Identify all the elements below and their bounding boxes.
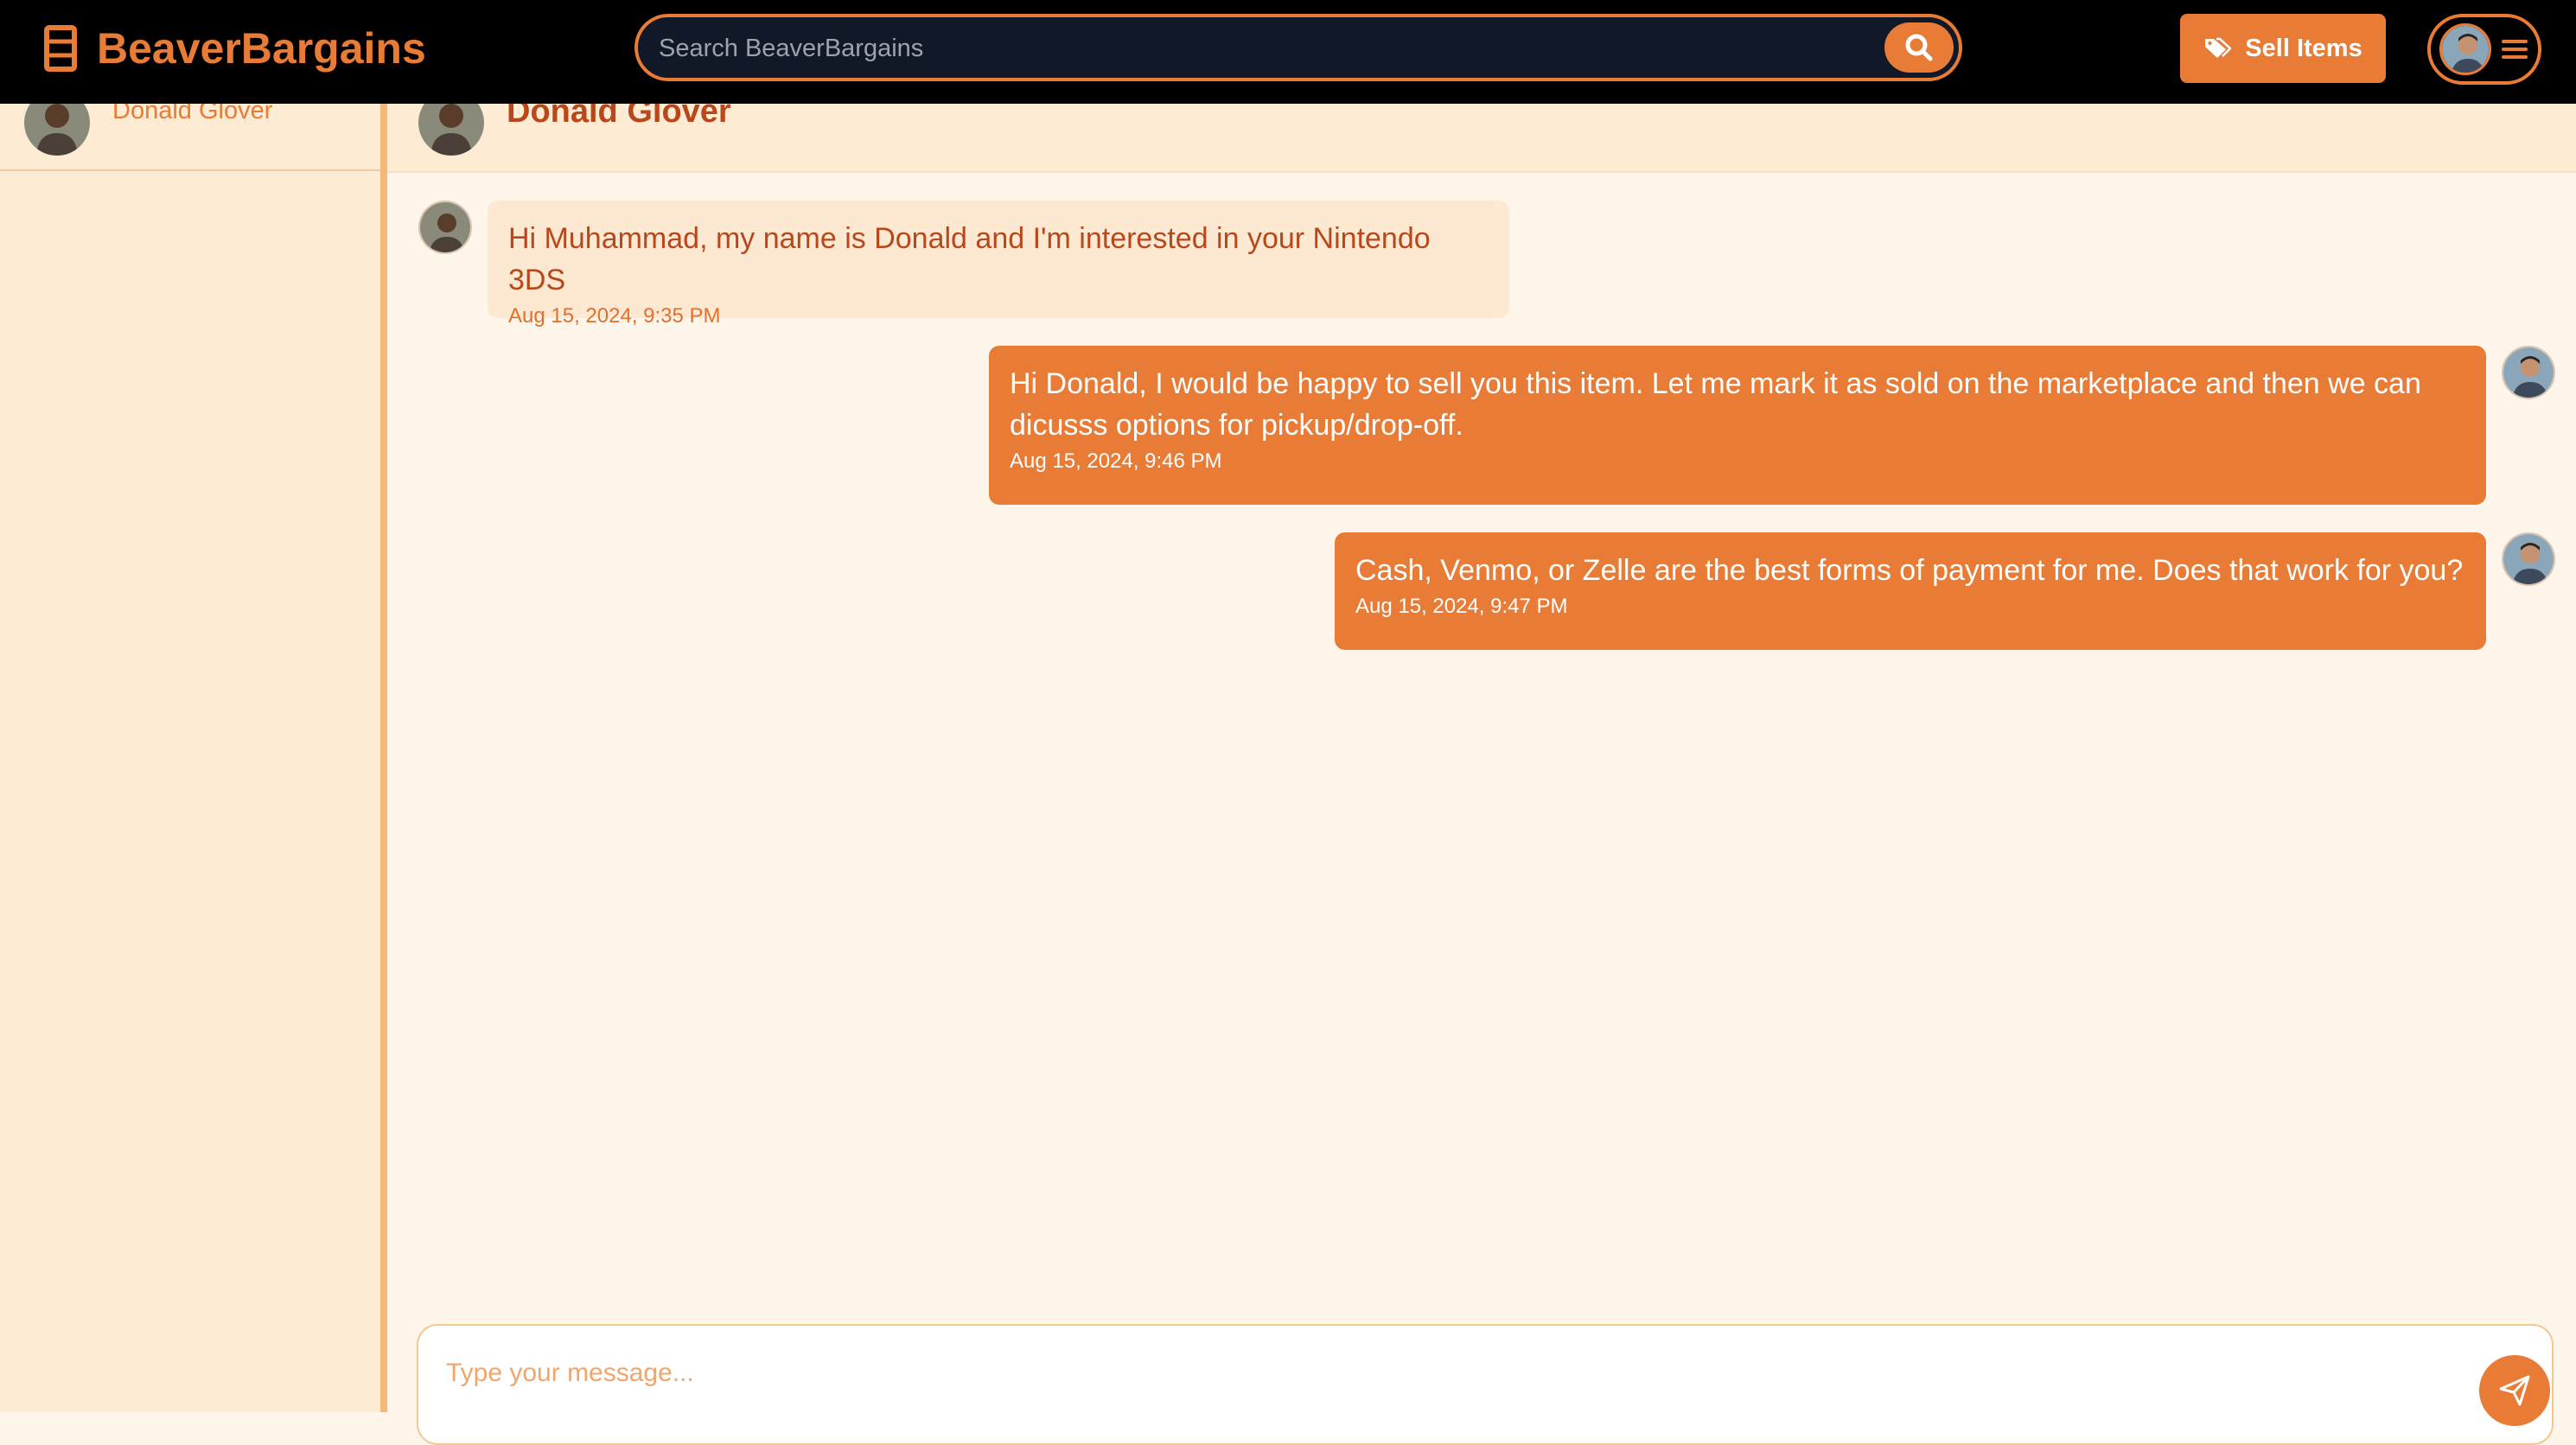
search-icon — [1905, 34, 1933, 61]
message-bubble-incoming: Hi Muhammad, my name is Donald and I'm i… — [488, 201, 1509, 328]
message-input[interactable] — [444, 1352, 2346, 1395]
send-button[interactable] — [2479, 1355, 2550, 1426]
top-navigation-bar: BeaverBargains Sell Items — [0, 0, 2576, 104]
user-avatar — [2439, 23, 2491, 75]
brand-name: BeaverBargains — [97, 24, 426, 73]
message-bubble-outgoing: Cash, Venmo, or Zelle are the best forms… — [1335, 532, 2486, 650]
search-input[interactable] — [657, 26, 1850, 71]
conversation-item[interactable]: Donald Glover — [0, 90, 380, 171]
message-time: Aug 15, 2024, 9:46 PM — [1010, 449, 1222, 473]
message-text: Hi Muhammad, my name is Donald and I'm i… — [508, 222, 1431, 296]
message-avatar — [2502, 346, 2555, 399]
hamburger-menu-icon — [2502, 40, 2528, 59]
message-text: Cash, Venmo, or Zelle are the best forms… — [1355, 554, 2464, 587]
user-menu-button[interactable] — [2427, 14, 2541, 85]
search-button[interactable] — [1884, 22, 1954, 73]
chat-header: Donald Glover — [387, 90, 2576, 173]
tags-icon — [2205, 37, 2232, 58]
sidebar-divider — [380, 104, 387, 1412]
conversation-sidebar: Donald Glover — [0, 90, 380, 1412]
beaver-cup-icon — [44, 25, 77, 72]
message-time: Aug 15, 2024, 9:47 PM — [1355, 595, 1568, 618]
sell-items-label: Sell Items — [2245, 34, 2362, 62]
message-time: Aug 15, 2024, 9:35 PM — [508, 304, 721, 328]
brand-logo[interactable]: BeaverBargains — [41, 21, 426, 76]
message-text: Hi Donald, I would be happy to sell you … — [1010, 367, 2421, 442]
message-avatar — [2502, 532, 2555, 586]
message-composer — [417, 1324, 2554, 1445]
message-avatar — [418, 201, 472, 254]
sell-items-button[interactable]: Sell Items — [2180, 14, 2386, 83]
send-icon — [2499, 1375, 2530, 1406]
message-bubble-outgoing: Hi Donald, I would be happy to sell you … — [989, 346, 2486, 505]
search-bar — [634, 14, 1962, 81]
